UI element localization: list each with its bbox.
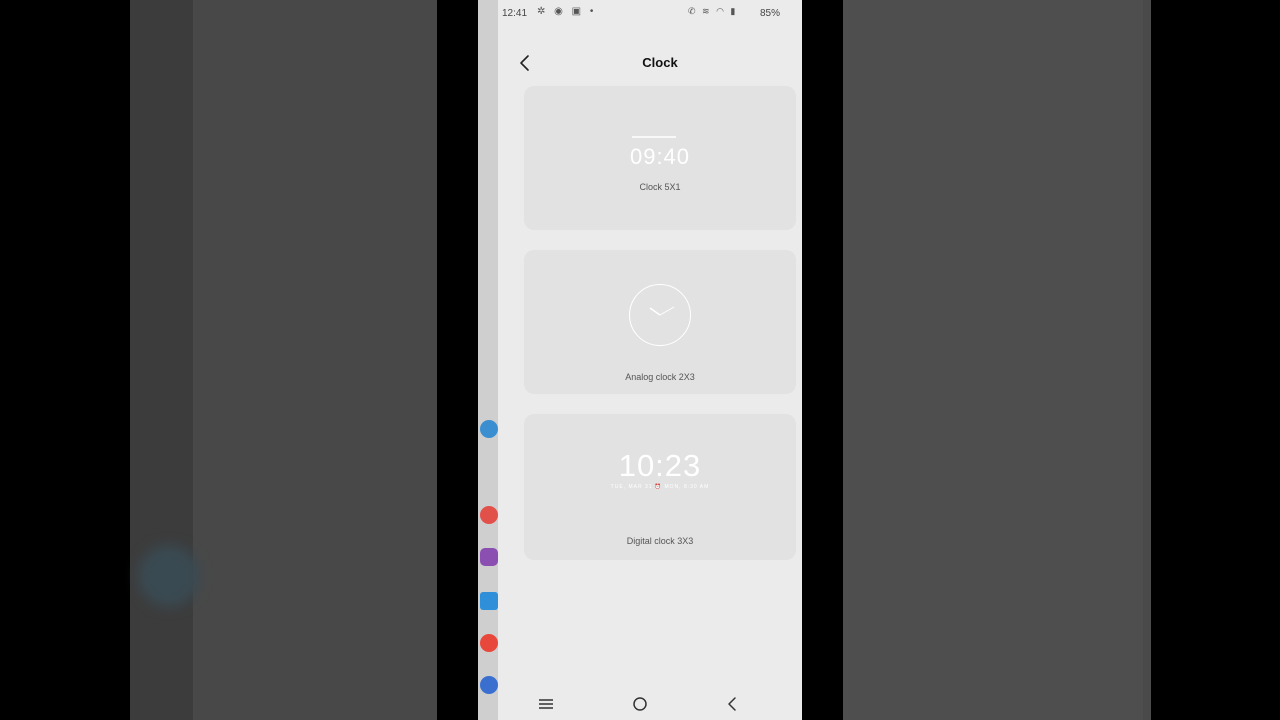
widget-preview-date: TUE, MAR 31 ⏰ MON, 8:30 AM	[610, 484, 710, 490]
widget-card-analog-clock[interactable]: Analog clock 2X3	[524, 250, 796, 394]
home-icon[interactable]	[628, 692, 652, 716]
background-app-strip	[478, 0, 500, 720]
recent-apps-icon[interactable]	[534, 692, 558, 716]
status-time: 12:41	[502, 8, 528, 19]
screen-frame: 12:41 ✲ ◉ ▣ • ✆ ≋ ◠ ▮ 85% Clock 09:40 Cl…	[0, 0, 1280, 720]
blurred-background-right	[843, 0, 1151, 720]
widget-card-digital-clock[interactable]: 10:23 TUE, MAR 31 ⏰ MON, 8:30 AM Digital…	[524, 414, 796, 560]
phone-screen: 12:41 ✲ ◉ ▣ • ✆ ≋ ◠ ▮ 85% Clock 09:40 Cl…	[498, 0, 802, 720]
navigation-bar	[498, 688, 802, 720]
app-icon-partial	[480, 592, 498, 610]
widget-label: Clock 5X1	[639, 182, 681, 192]
app-icon-partial	[480, 420, 498, 438]
status-bar: 12:41 ✲ ◉ ▣ • ✆ ≋ ◠ ▮ 85%	[498, 0, 802, 26]
blurred-panel	[843, 0, 1143, 720]
page-header: Clock	[498, 48, 802, 78]
blurred-panel	[193, 0, 437, 720]
notification-icons: ✲ ◉ ▣ •	[537, 6, 597, 17]
chrome-icon-partial	[480, 634, 498, 652]
page-title: Clock	[642, 55, 678, 70]
widget-preview-time: 09:40	[629, 144, 691, 169]
app-icon-partial	[480, 506, 498, 524]
app-icon-partial	[480, 548, 498, 566]
app-icon-partial	[480, 676, 498, 694]
battery-level: 85%	[760, 8, 781, 19]
widget-label: Digital clock 3X3	[626, 536, 694, 546]
widget-card-clock-5x1[interactable]: 09:40 Clock 5X1	[524, 86, 796, 230]
nav-back-icon[interactable]	[721, 692, 745, 716]
widget-preview-date	[632, 136, 676, 138]
blurred-app-icon	[138, 545, 200, 607]
widget-label: Analog clock 2X3	[625, 372, 695, 382]
analog-clock-preview-icon	[629, 284, 691, 346]
blurred-background-left	[130, 0, 437, 720]
signal-icons: ✆ ≋ ◠ ▮	[688, 6, 738, 16]
widget-preview-time: 10:23	[618, 448, 702, 483]
